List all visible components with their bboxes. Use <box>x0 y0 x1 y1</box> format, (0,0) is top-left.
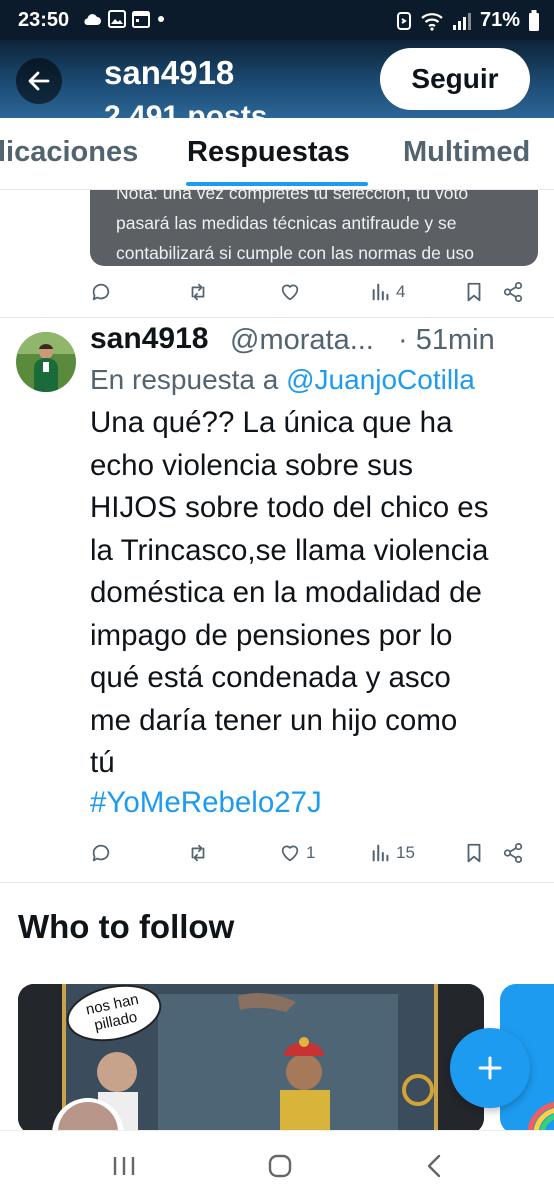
profile-replies-screen: 23:50 71% san4918 2.491 posts Seguir lic… <box>0 0 554 1200</box>
bookmark-icon <box>467 843 481 863</box>
who-to-follow-title: Who to follow <box>18 908 235 945</box>
tweet-body-line: HIJOS sobre todo del chico es <box>90 491 489 524</box>
battery-percent: 71% <box>479 9 520 31</box>
alarm-icon <box>396 11 411 30</box>
bookmark-icon <box>467 282 481 302</box>
plus-icon <box>478 1056 502 1080</box>
poll-note-line: pasará las medidas técnicas antifraude y… <box>116 213 457 233</box>
reply-mention-link[interactable]: @JuanjoCotilla <box>286 364 475 395</box>
status-bar: 23:50 71% <box>0 0 554 40</box>
repost-icon <box>191 844 205 862</box>
tweet2-actions: 1 15 <box>90 837 530 869</box>
section-divider <box>0 882 554 883</box>
poll-note-line: Nota: una vez completes tu selección, tu… <box>116 190 469 203</box>
share-button[interactable] <box>502 837 524 869</box>
back-button[interactable] <box>16 58 62 104</box>
tab-multimedia[interactable]: Multimed <box>403 136 530 169</box>
tweet-body-line: Una qué?? La única que ha <box>90 406 453 439</box>
arrow-left-icon <box>28 71 50 91</box>
tweet-body-line: echo violencia sobre sus <box>90 448 414 482</box>
battery-icon <box>529 9 539 31</box>
image-icon <box>108 10 126 28</box>
system-nav-bar <box>0 1130 554 1200</box>
reply-button[interactable] <box>90 837 112 869</box>
status-icons-left <box>82 10 166 28</box>
tweet-body-line: la Trincasco,se llama violencia <box>90 533 489 567</box>
reply-icon <box>92 283 110 301</box>
profile-tabs: licaciones Respuestas Multimed <box>0 118 554 190</box>
tweet-author-handle[interactable]: @morata... <box>230 324 374 357</box>
header-post-count: 2.491 posts <box>104 100 268 118</box>
home-icon <box>268 1154 292 1178</box>
poll-note: Nota: una vez completes tu selección, tu… <box>90 190 538 266</box>
like-button[interactable] <box>278 276 302 308</box>
tweet-divider <box>0 317 554 318</box>
profile-header: san4918 2.491 posts Seguir <box>0 40 554 118</box>
follow-button[interactable]: Seguir <box>380 48 530 110</box>
heart-icon <box>281 845 299 862</box>
tab-publicaciones[interactable]: licaciones <box>0 136 138 169</box>
tab-respuestas[interactable]: Respuestas <box>187 136 350 169</box>
tweet-body: Una qué?? La única que ha echo violencia… <box>90 402 542 785</box>
share-icon <box>503 281 523 303</box>
repost-icon <box>191 283 205 301</box>
reply-button[interactable] <box>90 276 112 308</box>
tweet-timestamp[interactable]: · 51min <box>398 324 495 357</box>
tweet-body-line: me daría tener un hijo como <box>90 703 458 737</box>
tweet-body-line: doméstica en la modalidad de <box>90 576 482 609</box>
like-button[interactable]: 1 <box>278 837 315 869</box>
repost-button[interactable] <box>186 837 210 869</box>
avatar-image <box>16 332 76 392</box>
hashtag-link[interactable]: #YoMeRebelo27J <box>90 786 322 820</box>
status-time: 23:50 <box>18 9 70 31</box>
dot-icon <box>158 16 164 22</box>
views-chart-icon <box>372 283 389 301</box>
heart-icon <box>281 284 299 301</box>
tweet-author-name[interactable]: san4918 <box>90 322 208 356</box>
views-count: 15 <box>396 843 415 862</box>
tweet-body-line: impago de pensiones por lo <box>90 618 453 652</box>
wifi-icon <box>421 12 443 31</box>
calendar-icon <box>132 11 150 28</box>
status-icons-right: 71% <box>396 9 540 32</box>
reply-icon <box>92 844 110 862</box>
repost-button[interactable] <box>186 276 210 308</box>
active-tab-indicator <box>186 182 368 186</box>
signal-icon <box>452 12 471 30</box>
cloud-icon <box>84 14 101 25</box>
chevron-left-icon <box>427 1154 441 1178</box>
views-count: 4 <box>396 282 406 301</box>
avatar[interactable] <box>16 332 76 392</box>
views-button[interactable]: 4 <box>370 276 405 308</box>
views-chart-icon <box>372 844 389 862</box>
compose-fab[interactable] <box>450 1028 530 1108</box>
share-icon <box>503 842 523 864</box>
poll-note-line: contabilizará si cumple con las normas d… <box>116 243 474 263</box>
system-back-button[interactable] <box>418 1149 450 1183</box>
tweet-body-line: qué está condenada y asco <box>90 661 451 694</box>
reply-prefix: En respuesta a <box>90 364 287 395</box>
header-profile-name: san4918 <box>104 54 235 91</box>
views-button[interactable]: 15 <box>370 837 415 869</box>
recent-apps-button[interactable] <box>108 1149 140 1183</box>
bookmark-button[interactable] <box>464 276 484 308</box>
recent-apps-icon <box>113 1157 135 1175</box>
bookmark-button[interactable] <box>464 837 484 869</box>
like-count: 1 <box>306 843 316 862</box>
share-button[interactable] <box>502 276 524 308</box>
tweet1-actions: 4 <box>90 276 530 308</box>
reply-context: En respuesta a @JuanjoCotilla <box>90 364 475 396</box>
home-button[interactable] <box>264 1149 296 1183</box>
tweet-body-line: tú <box>90 746 115 779</box>
